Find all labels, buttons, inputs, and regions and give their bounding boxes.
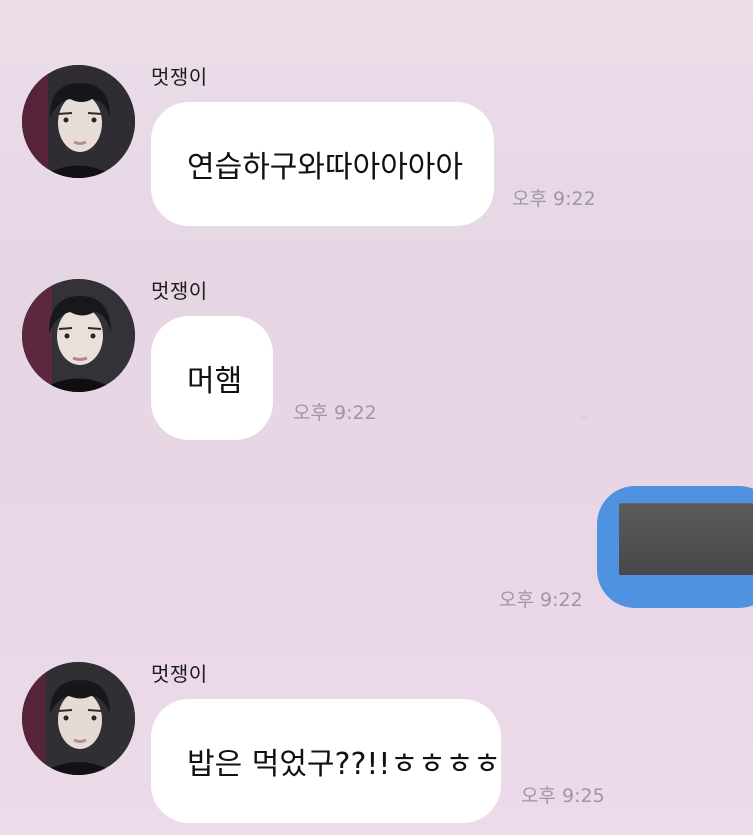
message-text: 연습하구와따아아아아: [187, 150, 463, 185]
message-time: 오후 9:25: [521, 785, 605, 807]
message-text: 머햄: [187, 364, 243, 399]
avatar[interactable]: [22, 65, 135, 178]
message-bubble[interactable]: 연습하구와따아아아아: [151, 102, 494, 226]
avatar[interactable]: [22, 662, 135, 775]
chat-thread: 멋쟁이 연습하구와따아아아아 오후 9:22 멋쟁이 머햄 오후 9:22 ⌃ …: [0, 0, 753, 835]
message-bubble[interactable]: 밥은 먹었구??!!ㅎㅎㅎㅎ: [151, 699, 501, 823]
image-thumbnail[interactable]: [619, 503, 753, 575]
image-message-bubble[interactable]: [597, 486, 753, 608]
message-time: 오후 9:22: [512, 188, 596, 210]
sender-name: 멋쟁이: [151, 662, 208, 686]
message-bubble[interactable]: 머햄: [151, 316, 273, 440]
sender-name: 멋쟁이: [151, 279, 208, 303]
message-time: 오후 9:22: [499, 589, 583, 611]
message-text: 밥은 먹었구??!!ㅎㅎㅎㅎ: [187, 747, 501, 782]
chevron-up-icon: ⌃: [576, 412, 592, 433]
avatar[interactable]: [22, 279, 135, 392]
message-time: 오후 9:22: [293, 402, 377, 424]
sender-name: 멋쟁이: [151, 65, 208, 89]
